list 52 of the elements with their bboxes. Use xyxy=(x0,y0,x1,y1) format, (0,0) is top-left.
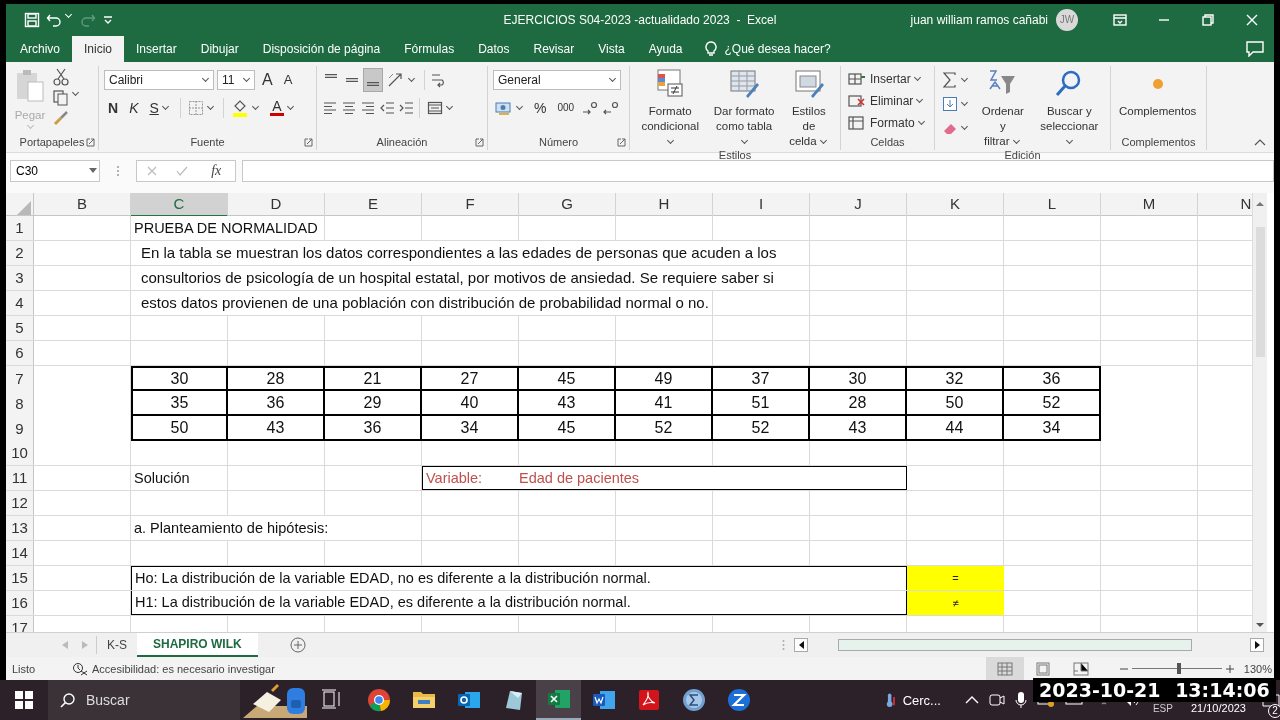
table-cell: 43 xyxy=(228,415,325,441)
user-name: juan william ramos cañabi xyxy=(910,12,1048,27)
symbol-cell: ≠ xyxy=(907,590,1004,615)
table-cell: 30 xyxy=(131,365,228,391)
hypothesis-cell: Ho: La distribución de la variable EDAD, no es diferente a la distribución normal. xyxy=(131,565,907,590)
table-cell: 50 xyxy=(131,415,228,441)
table-cell: 40 xyxy=(422,390,519,416)
table-cell: 52 xyxy=(1004,390,1101,416)
table-cell: 43 xyxy=(810,415,907,441)
group-label: Alineación xyxy=(376,135,428,148)
cell-text: Solución xyxy=(133,468,190,488)
group-label: Complementos xyxy=(1121,135,1196,148)
table-cell: 27 xyxy=(422,365,519,391)
table-cell: 32 xyxy=(907,365,1004,391)
table-cell: 41 xyxy=(616,390,713,416)
table-cell: 36 xyxy=(325,415,422,441)
cell-text: a. Planteamiento de hipótesis: xyxy=(131,515,329,540)
table-cell: 21 xyxy=(325,365,422,391)
table-cell: 45 xyxy=(519,415,616,441)
group-label: Número xyxy=(538,135,579,148)
notification-count: 2 xyxy=(1268,704,1280,718)
group-label: Edición xyxy=(1004,148,1041,161)
table-cell: 52 xyxy=(713,415,810,441)
group-label: Fuente xyxy=(190,135,225,148)
table-cell: 52 xyxy=(616,415,713,441)
group-label: Portapapeles xyxy=(19,135,85,148)
table-cell: 37 xyxy=(713,365,810,391)
table-cell: 36 xyxy=(228,390,325,416)
status-text: Listo xyxy=(12,662,37,675)
window-title: EJERCICIOS S04-2023 -actualidado 2023 - Excel xyxy=(503,12,777,27)
table-cell: 51 xyxy=(713,390,810,416)
table-cell: 50 xyxy=(907,390,1004,416)
table-cell: 34 xyxy=(422,415,519,441)
table-cell: 35 xyxy=(131,390,228,416)
timestamp-overlay: 2023-10-21 13:14:06 xyxy=(1033,678,1276,702)
cell-text: PRUEBA DE NORMALIDAD xyxy=(131,215,318,240)
table-cell: 36 xyxy=(1004,365,1101,391)
hypothesis-cell: H1: La distribución de la variable EDAD, es diferente a la distribución normal. xyxy=(131,590,907,615)
variable-label: Variable: xyxy=(425,468,484,488)
table-cell: 28 xyxy=(228,365,325,391)
table-cell: 30 xyxy=(810,365,907,391)
variable-value: Edad de pacientes xyxy=(519,468,640,488)
table-cell: 29 xyxy=(325,390,422,416)
table-cell: 43 xyxy=(519,390,616,416)
table-cell: 45 xyxy=(519,365,616,391)
table-cell: 28 xyxy=(810,390,907,416)
table-cell: 44 xyxy=(907,415,1004,441)
symbol-cell: = xyxy=(907,565,1004,590)
table-cell: 34 xyxy=(1004,415,1101,441)
group-label: Estilos xyxy=(718,148,752,161)
table-cell: 49 xyxy=(616,365,713,391)
group-label: Celdas xyxy=(870,135,905,148)
